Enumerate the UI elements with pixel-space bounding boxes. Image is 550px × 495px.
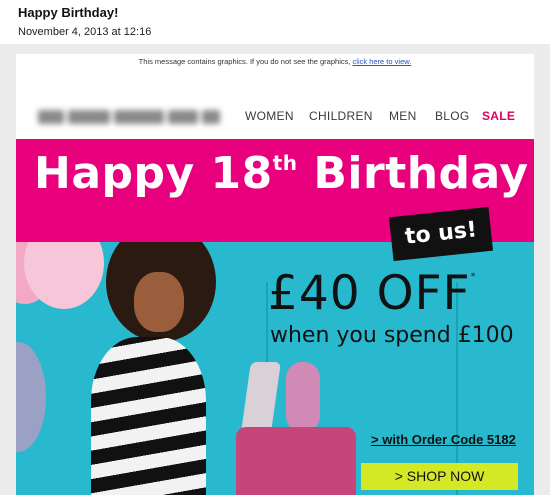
- balloon-image: [16, 342, 46, 452]
- offer-amount: £40 OFF*: [268, 266, 476, 321]
- brand-logo[interactable]: [38, 108, 228, 128]
- birthday-headline: Happy 18th Birthday: [34, 148, 529, 199]
- offer-asterisk: *: [470, 272, 477, 282]
- order-code-link[interactable]: > with Order Code 5182: [371, 432, 516, 447]
- offer-condition: when you spend £100: [270, 323, 514, 348]
- offer-amount-text: £40 OFF: [268, 266, 471, 321]
- cake-shape: [236, 427, 356, 495]
- nav-item-sale[interactable]: SALE: [482, 109, 515, 123]
- nav-item-blog[interactable]: BLOG: [435, 109, 470, 123]
- nav-item-women[interactable]: WOMEN: [245, 109, 294, 123]
- headline-sup: th: [272, 151, 298, 175]
- nav-item-men[interactable]: MEN: [389, 109, 417, 123]
- email-date: November 4, 2013 at 12:16: [18, 26, 152, 38]
- sweater-shape: [91, 337, 206, 495]
- face-shape: [134, 272, 184, 332]
- nav-item-children[interactable]: CHILDREN: [309, 109, 373, 123]
- view-online-link[interactable]: click here to view.: [353, 57, 412, 66]
- email-header: Happy Birthday! November 4, 2013 at 12:1…: [0, 0, 550, 44]
- cake-candle-8: [286, 362, 320, 432]
- graphics-notice: This message contains graphics. If you d…: [0, 57, 550, 66]
- headline-part2: Birthday: [297, 148, 529, 199]
- shop-now-button[interactable]: > SHOP NOW: [361, 463, 518, 490]
- cake-candle-1: [241, 362, 281, 432]
- graphics-notice-text: This message contains graphics. If you d…: [138, 57, 351, 66]
- email-subject: Happy Birthday!: [18, 5, 119, 20]
- headline-part1: Happy 18: [34, 148, 273, 199]
